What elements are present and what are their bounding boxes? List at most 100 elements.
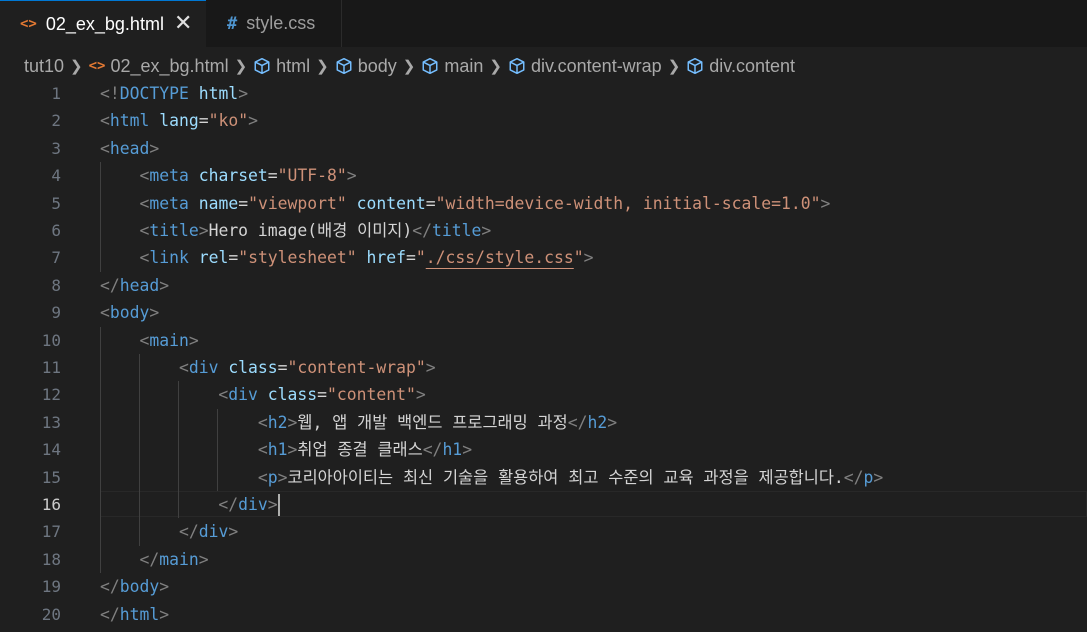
code-token: "stylesheet" (238, 248, 357, 268)
code-line[interactable]: 13 <h2>웹, 앱 개발 백엔드 프로그래밍 과정</h2> (0, 409, 1087, 436)
code-token: < (100, 138, 110, 158)
line-number: 19 (41, 577, 61, 597)
line-number: 14 (41, 440, 61, 460)
chevron-right-icon: ❯ (316, 58, 329, 75)
code-token: </ (843, 467, 864, 487)
line-number: 9 (51, 303, 61, 323)
code-token: <! (100, 84, 120, 103)
code-line[interactable]: 19 </body> (0, 573, 1087, 600)
code-text: </body> (100, 573, 169, 600)
code-line[interactable]: 16 </div> (0, 491, 1087, 518)
line-number: 18 (41, 549, 61, 569)
code-token: > (820, 193, 831, 213)
breadcrumb-file[interactable]: <> 02_ex_bg.html (89, 56, 229, 77)
breadcrumb-item[interactable]: main (421, 56, 483, 77)
code-token: </ (178, 522, 199, 542)
code-text: </head> (100, 272, 169, 299)
breadcrumb-folder[interactable]: tut10 (24, 56, 64, 77)
element-symbol-icon (253, 57, 271, 75)
indent-guide (139, 354, 140, 546)
code-token: ./css/style.css (425, 248, 574, 268)
chevron-right-icon: ❯ (667, 58, 681, 75)
code-token: < (100, 303, 110, 323)
code-line[interactable]: 4 <meta charset="UTF-8"> (0, 162, 1087, 189)
code-token: head (119, 275, 160, 295)
chevron-right-icon: ❯ (402, 58, 416, 75)
code-line[interactable]: 9 <body> (0, 299, 1087, 326)
code-token: < (139, 221, 150, 240)
tab-label: style.css (246, 13, 316, 33)
breadcrumb-item[interactable]: html (253, 56, 310, 77)
indent-guide (100, 326, 101, 574)
tab-label: 02_ex_bg.html (45, 13, 164, 34)
code-token: </ (100, 604, 120, 624)
breadcrumb-item[interactable]: div.content-wrap (508, 56, 662, 77)
code-text: <!DOCTYPE html> (100, 80, 248, 107)
code-token: 코리아아이티는 최신 기술을 활용하여 최고 수준의 교육 과정을 제공합니다. (287, 467, 844, 487)
breadcrumb-item[interactable]: body (335, 56, 397, 77)
code-token: > (346, 166, 357, 186)
code-text: <div class="content"> (100, 381, 425, 408)
code-line[interactable]: 5 <meta name="viewport" content="width=d… (0, 190, 1087, 217)
code-line[interactable]: 2 <html lang="ko"> (0, 107, 1087, 134)
breadcrumb-item-label: html (276, 55, 311, 76)
code-line[interactable]: 17 </div> (0, 518, 1087, 545)
code-token: div (228, 385, 258, 405)
code-line[interactable]: 6 <title>Hero image(배경 이미지)</title> (0, 217, 1087, 244)
html-file-icon: <> (88, 58, 106, 74)
breadcrumb-item-label: div.content-wrap (530, 55, 662, 76)
close-icon[interactable]: ✕ (174, 13, 192, 35)
code-token: href (366, 248, 406, 268)
code-token: " (415, 248, 426, 268)
line-number: 2 (51, 111, 61, 131)
code-line[interactable]: 15 <p>코리아아이티는 최신 기술을 활용하여 최고 수준의 교육 과정을 … (0, 464, 1087, 491)
code-token: = (277, 358, 288, 377)
code-line[interactable]: 3 <head> (0, 135, 1087, 162)
code-token: "UTF-8" (277, 166, 347, 186)
code-token: </ (100, 275, 120, 295)
code-line[interactable]: 11 <div class="content-wrap"> (0, 354, 1087, 381)
code-token: > (248, 111, 258, 131)
code-token: > (425, 358, 436, 377)
indent-guide (100, 162, 101, 272)
code-line[interactable]: 18 </main> (0, 546, 1087, 573)
line-number: 7 (51, 248, 61, 268)
line-number: 12 (41, 385, 61, 405)
code-token: < (257, 467, 268, 487)
code-line[interactable]: 1 <!DOCTYPE html> (0, 80, 1087, 107)
code-token: body (109, 303, 150, 323)
code-token: meta (149, 166, 189, 186)
breadcrumb: tut10 ❯ <> 02_ex_bg.html ❯ html ❯ body ❯ main… (24, 52, 795, 80)
code-token: > (198, 549, 209, 569)
breadcrumb-item[interactable]: div.content (686, 56, 795, 77)
code-line[interactable]: 20 </html> (0, 601, 1087, 628)
css-hash-icon: # (227, 13, 238, 34)
code-token: head (109, 138, 150, 158)
code-line[interactable]: 12 <div class="content"> (0, 381, 1087, 408)
code-token: "content-wrap" (287, 358, 426, 377)
line-number: 3 (51, 138, 61, 158)
code-line[interactable]: 10 <main> (0, 327, 1087, 354)
code-editor[interactable]: 1 <!DOCTYPE html> 2 <html lang="ko"> 3 <head>… (0, 80, 1087, 632)
code-token: < (257, 440, 268, 460)
code-text: </main> (100, 546, 209, 573)
code-token: = (238, 193, 249, 213)
code-token: > (583, 248, 594, 268)
tab-style-css[interactable]: # style.css (207, 0, 342, 47)
code-line[interactable]: 7 <link rel="stylesheet" href="./css/sty… (0, 244, 1087, 271)
code-token: > (159, 604, 170, 624)
code-token: > (287, 440, 298, 460)
code-line[interactable]: 14 <h1>취업 종결 클래스</h1> (0, 436, 1087, 463)
code-token: > (277, 467, 288, 487)
code-token: > (287, 412, 298, 432)
code-token: 취업 종결 클래스 (297, 440, 423, 460)
tab-02-ex-bg-html[interactable]: <> 02_ex_bg.html ✕ (0, 0, 206, 47)
code-line[interactable]: 8 </head> (0, 272, 1087, 299)
code-token: p (863, 467, 874, 487)
line-number: 13 (41, 412, 61, 432)
